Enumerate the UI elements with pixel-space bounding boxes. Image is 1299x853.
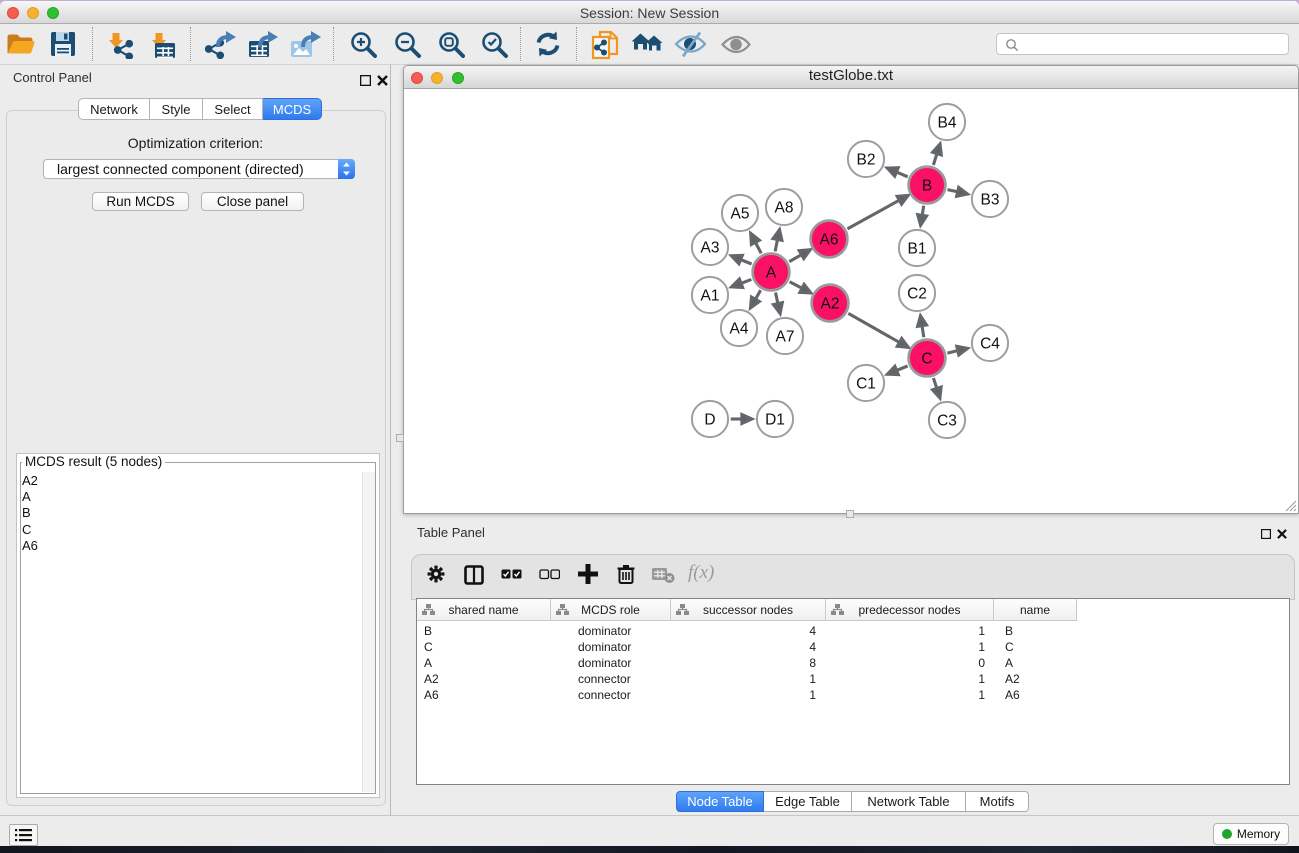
svg-text:D: D [704,412,715,429]
svg-text:B4: B4 [938,115,957,132]
svg-text:A8: A8 [775,200,794,217]
svg-text:A3: A3 [701,240,720,257]
svg-text:A7: A7 [776,329,795,346]
svg-text:B3: B3 [981,192,1000,209]
svg-text:C: C [921,351,932,368]
svg-text:C4: C4 [980,336,1000,353]
svg-text:B: B [922,178,932,195]
svg-text:C2: C2 [907,286,927,303]
svg-text:A6: A6 [820,232,839,249]
svg-text:A2: A2 [821,296,840,313]
svg-text:C1: C1 [856,376,876,393]
svg-text:A5: A5 [731,206,750,223]
svg-text:D1: D1 [765,412,785,429]
svg-text:A4: A4 [730,321,749,338]
svg-text:B1: B1 [908,241,927,258]
svg-text:A1: A1 [701,288,720,305]
svg-text:A: A [766,265,777,282]
svg-text:C3: C3 [937,413,957,430]
svg-text:B2: B2 [857,152,876,169]
